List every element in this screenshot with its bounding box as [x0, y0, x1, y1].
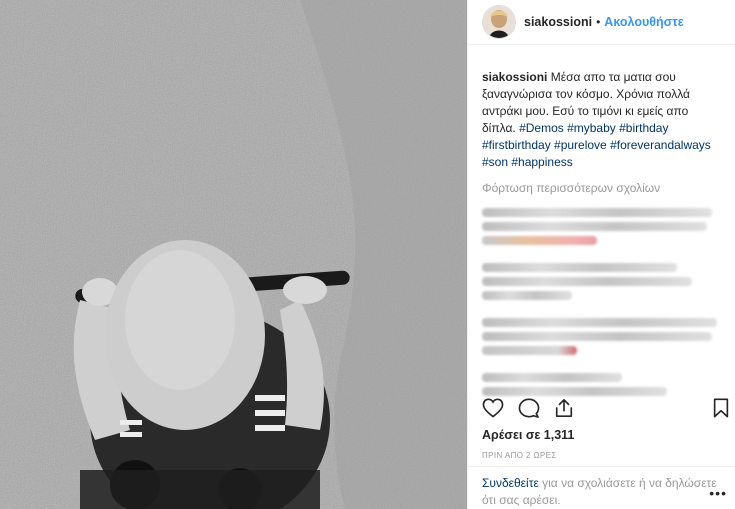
blurred-comment-line [482, 373, 622, 382]
caption-hashtags-1[interactable]: #Demos #mybaby #birthday [519, 121, 668, 135]
blurred-comments [468, 195, 735, 396]
separator-dot: • [596, 15, 601, 29]
likes-count[interactable]: Αρέσει σε 1,311 [482, 428, 574, 442]
heart-icon[interactable] [482, 398, 504, 418]
follow-button[interactable]: Ακολουθήστε [604, 15, 683, 29]
header-username[interactable]: siakossioni [524, 15, 592, 29]
blurred-comment-line [482, 208, 712, 217]
blurred-comment-line [482, 263, 677, 272]
post-actions [482, 398, 730, 418]
post-caption: siakossioni Μέσα απο τα ματια σου ξαναγν… [468, 45, 735, 171]
post-photo[interactable] [0, 0, 467, 509]
bookmark-icon[interactable] [712, 398, 730, 418]
photo-image [0, 0, 467, 509]
avatar[interactable] [482, 5, 516, 39]
login-prompt: Συνδεθείτε για να σχολιάσετε ή να δηλώσε… [468, 466, 735, 509]
blurred-comment-line [482, 291, 572, 300]
blurred-comment-line [482, 387, 667, 396]
caption-hashtags-2[interactable]: #firstbirthday #purelove #foreverandalwa… [482, 138, 711, 152]
share-icon[interactable] [554, 398, 574, 418]
caption-username[interactable]: siakossioni [482, 70, 547, 84]
blurred-comment-line [482, 277, 692, 286]
blurred-comment-line [482, 346, 577, 355]
post-header: siakossioni • Ακολουθήστε [468, 0, 735, 45]
caption-hashtags-3[interactable]: #son #happiness [482, 155, 573, 169]
more-options-icon[interactable]: ••• [709, 485, 727, 501]
blurred-comment-line [482, 236, 597, 245]
blurred-comment-line [482, 318, 717, 327]
comment-icon[interactable] [518, 398, 540, 418]
blurred-comment-line [482, 222, 707, 231]
load-more-comments-button[interactable]: Φόρτωση περισσότερων σχολίων [468, 171, 735, 195]
login-link[interactable]: Συνδεθείτε [482, 476, 539, 490]
blurred-comment-line [482, 332, 712, 341]
post-side-panel: siakossioni • Ακολουθήστε siakossioni Μέ… [467, 0, 735, 509]
avatar-image [483, 6, 515, 38]
post-timestamp[interactable]: ΠΡΙΝ ΑΠΟ 2 ΩΡΕΣ [482, 451, 557, 460]
